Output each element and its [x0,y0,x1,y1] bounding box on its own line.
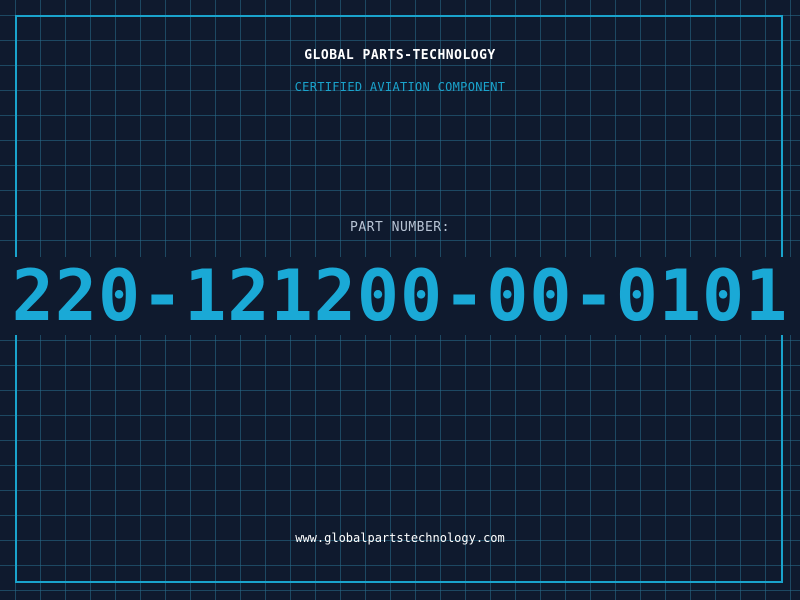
company-name: GLOBAL PARTS-TECHNOLOGY [304,48,496,63]
part-label-card: GLOBAL PARTS-TECHNOLOGY CERTIFIED AVIATI… [0,0,800,600]
part-number-value: 220-121200-00-0101 [11,257,789,335]
website-url: www.globalpartstechnology.com [295,531,505,545]
certification-subtitle: CERTIFIED AVIATION COMPONENT [294,80,506,94]
part-number-label: PART NUMBER: [350,220,450,235]
part-number-band: 220-121200-00-0101 [0,257,800,335]
